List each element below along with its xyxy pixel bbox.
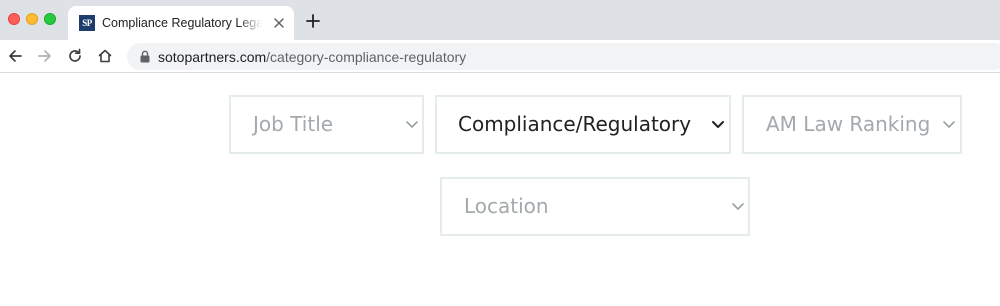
am-law-ranking-select-value: AM Law Ranking xyxy=(766,112,931,136)
practice-area-select-value: Compliance/Regulatory xyxy=(458,112,692,136)
tab-title: Compliance Regulatory Legal Jobs | Soto … xyxy=(102,16,262,30)
lock-icon[interactable] xyxy=(139,50,151,63)
location-select-value: Location xyxy=(464,194,549,218)
back-arrow-icon[interactable] xyxy=(7,48,23,64)
close-window-button[interactable] xyxy=(8,13,20,25)
reload-icon[interactable] xyxy=(67,48,83,64)
home-icon[interactable] xyxy=(97,48,113,64)
zoom-window-button[interactable] xyxy=(44,13,56,25)
minimize-window-button[interactable] xyxy=(26,13,38,25)
url-host: sotopartners.com xyxy=(158,49,267,65)
browser-toolbar: sotopartners.com/category-compliance-reg… xyxy=(0,40,1000,73)
browser-tab-active[interactable]: SP Compliance Regulatory Legal Jobs | So… xyxy=(68,6,294,40)
browser-tab-strip: SP Compliance Regulatory Legal Jobs | So… xyxy=(0,0,1000,40)
chevron-down-icon xyxy=(943,121,955,128)
chevron-down-icon xyxy=(712,121,724,128)
address-bar[interactable]: sotopartners.com/category-compliance-reg… xyxy=(127,43,1000,70)
practice-area-select[interactable]: Compliance/Regulatory xyxy=(435,95,731,154)
chevron-down-icon xyxy=(732,203,744,210)
url-path: /category-compliance-regulatory xyxy=(266,49,467,65)
close-icon[interactable] xyxy=(272,16,286,30)
url-text: sotopartners.com/category-compliance-reg… xyxy=(158,49,466,65)
am-law-ranking-select[interactable]: AM Law Ranking xyxy=(742,95,962,154)
location-select[interactable]: Location xyxy=(440,177,750,236)
new-tab-plus-icon[interactable] xyxy=(305,13,321,29)
job-title-select[interactable]: Job Title xyxy=(229,95,424,154)
job-title-select-value: Job Title xyxy=(253,112,334,136)
forward-arrow-icon[interactable] xyxy=(37,48,53,64)
site-favicon: SP xyxy=(79,15,95,31)
chevron-down-icon xyxy=(406,121,418,128)
